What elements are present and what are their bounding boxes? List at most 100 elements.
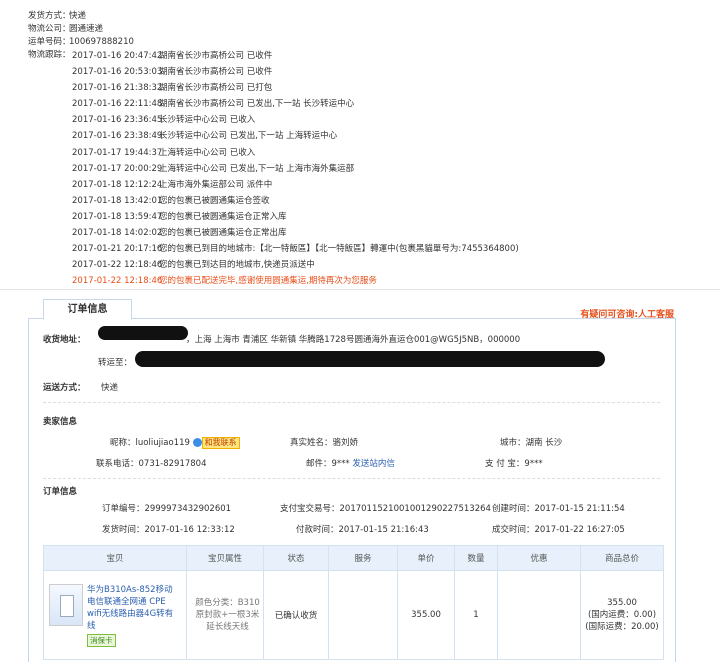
guarantee-badge: 消保卡: [87, 633, 116, 647]
tracking-time: 2017-01-17 20:00:29: [72, 163, 163, 174]
seller-email: 邮件：9*** 发送站内信: [306, 459, 395, 469]
divider: [0, 289, 720, 290]
tracking-event: 2017-01-17 20:00:29上海转运中心公司 已发出,下一站 上海市海…: [72, 161, 519, 177]
delivery-value: 快递: [101, 383, 119, 393]
items-table-header: 宝贝 宝贝属性 状态 服务 单价 数量 优惠 商品总价: [43, 545, 664, 571]
tracking-event: 2017-01-16 20:47:42湖南省长沙市高桥公司 已收件: [72, 48, 519, 64]
tracking-text: 湖南省长沙市高桥公司 已打包: [159, 83, 273, 94]
tracking-text: 长沙转运中心公司 已收入: [159, 115, 256, 126]
redacted-name: [98, 326, 188, 340]
paid-time: 付款时间：2017-01-15 21:16:43: [296, 525, 429, 535]
contact-seller-button[interactable]: 和我联系: [201, 437, 240, 449]
col-discount: 优惠: [497, 545, 581, 571]
ship-time: 发货时间：2017-01-16 12:33:12: [102, 525, 235, 535]
seller-nick: 昵称：luoliujiao119 和我联系: [110, 436, 240, 449]
col-qty: 数量: [454, 545, 498, 571]
tracking-text: 湖南省长沙市高桥公司 已发出,下一站 长沙转运中心: [159, 99, 355, 110]
tracking-time: 2017-01-18 12:12:24: [72, 179, 163, 190]
item-status: 已确认收货: [263, 570, 329, 660]
tracking-event: 2017-01-16 22:11:48湖南省长沙市高桥公司 已发出,下一站 长沙…: [72, 96, 519, 112]
tracking-event: 2017-01-18 14:02:02您的包裹已被圆通集运仓正常出库: [72, 225, 519, 241]
tracking-list: 2017-01-16 20:47:42湖南省长沙市高桥公司 已收件 2017-01…: [72, 48, 519, 289]
divider: [43, 402, 660, 403]
seller-phone: 联系电话：0731-82917804: [96, 459, 207, 469]
tracking-time: 2017-01-18 14:02:02: [72, 228, 163, 239]
domestic-shipping: (国内运费：0.00): [587, 610, 657, 620]
created-time: 创建时间：2017-01-15 21:11:54: [492, 504, 625, 514]
tracking-event: 2017-01-22 12:18:46您的包裹已配送完毕,感谢使用圆通集运,期待…: [72, 273, 519, 289]
tracking-event: 2017-01-16 20:53:03湖南省长沙市高桥公司 已收件: [72, 64, 519, 80]
tracking-time: 2017-01-16 21:38:32: [72, 83, 163, 94]
tracking-time: 2017-01-18 13:42:01: [72, 195, 163, 206]
order-number: 订单编号：2999973432902601: [102, 504, 232, 514]
tracking-time: 2017-01-16 20:47:42: [72, 51, 163, 61]
total-value: 355.00: [607, 598, 637, 608]
tracking-event: 2017-01-18 12:12:24上海市海外集运部公司 派件中: [72, 177, 519, 193]
product-title-link[interactable]: 华为B310As-852移动电信联通全网通 CPE wifi无线路由器4G转有线: [87, 584, 181, 632]
product: 华为B310As-852移动电信联通全网通 CPE wifi无线路由器4G转有线…: [45, 580, 185, 651]
redacted-transfer-address: [135, 351, 605, 367]
tracking-time: 2017-01-18 13:59:47: [72, 211, 163, 222]
send-message-link[interactable]: 发送站内信: [352, 459, 395, 469]
col-total: 商品总价: [580, 545, 664, 571]
address-value: ，上海 上海市 青浦区 华新镇 华腾路1728号圆通海外直运仓001@WG5J5…: [186, 335, 521, 345]
col-status: 状态: [263, 545, 329, 571]
tracking-time: 2017-01-16 23:36:45: [72, 115, 163, 126]
transfer-label: 转运至：: [98, 358, 133, 368]
seller-alipay: 支 付 宝：9***: [485, 459, 543, 469]
tracking-text: 您的包裹已到目的地城市:【北一特飯區】【北一特飯區】轉運中(包裹黑貓單号为:74…: [159, 244, 519, 255]
tracking-time: 2017-01-16 20:53:03: [72, 67, 163, 78]
tracking-event: 2017-01-16 23:36:45长沙转运中心公司 已收入: [72, 112, 519, 128]
tracking-text: 您的包裹已配送完毕,感谢使用圆通集运,期待再次为您服务: [159, 276, 377, 287]
tracking-event: 2017-01-16 21:38:32湖南省长沙市高桥公司 已打包: [72, 80, 519, 96]
delivery-label: 运送方式：: [43, 383, 86, 393]
tracking-text: 上海转运中心公司 已收入: [159, 147, 256, 158]
item-attr: 颜色分类：B310原封款+一根3米延长线天线: [186, 570, 264, 660]
seller-section-title: 卖家信息: [43, 417, 78, 427]
intl-shipping: (国际运费：20.00): [585, 622, 659, 632]
tracking-time: 2017-01-22 12:18:46: [72, 260, 163, 271]
logistics-company: 物流公司：圆通速递: [28, 24, 104, 34]
tracking-text: 湖南省长沙市高桥公司 已收件: [159, 67, 273, 78]
tracking-text: 湖南省长沙市高桥公司 已收件: [159, 51, 273, 61]
tracking-time: 2017-01-22 12:18:46: [72, 276, 163, 287]
tracking-text: 您的包裹已到达目的地城市,快递员派送中: [159, 260, 315, 271]
shipping-method: 发货方式：快递: [28, 11, 87, 21]
item-total: 355.00 (国内运费：0.00) (国际运费：20.00): [580, 570, 664, 660]
seller-realname: 真实姓名：骆刘娇: [290, 438, 359, 448]
item-discount: [497, 570, 581, 660]
table-row: 华为B310As-852移动电信联通全网通 CPE wifi无线路由器4G转有线…: [43, 570, 664, 660]
tracking-text: 您的包裹已被圆通集运仓正常入库: [159, 211, 287, 222]
tab-order-info[interactable]: 订单信息: [43, 299, 132, 320]
items-table: 宝贝 宝贝属性 状态 服务 单价 数量 优惠 商品总价 华为B310As-852…: [43, 545, 664, 660]
item-qty: 1: [454, 570, 498, 660]
item-service: [328, 570, 398, 660]
product-thumbnail[interactable]: [49, 583, 83, 626]
item-price: 355.00: [397, 570, 455, 660]
order-section-title: 订单信息: [43, 487, 78, 497]
alipay-trade-number: 支付宝交易号：2017011521001001290227513264: [280, 504, 491, 514]
col-service: 服务: [328, 545, 398, 571]
done-time: 成交时间：2017-01-22 16:27:05: [492, 525, 625, 535]
tracking-text: 上海市海外集运部公司 派件中: [159, 179, 273, 190]
tracking-event: 2017-01-21 20:17:16您的包裹已到目的地城市:【北一特飯區】【北…: [72, 241, 519, 257]
tracking-text: 长沙转运中心公司 已发出,下一站 上海转运中心: [159, 131, 338, 142]
seller-city: 城市：湖南 长沙: [500, 438, 563, 448]
item-cell: 华为B310As-852移动电信联通全网通 CPE wifi无线路由器4G转有线…: [43, 570, 187, 660]
divider: [43, 478, 660, 479]
tracking-event: 2017-01-18 13:59:47您的包裹已被圆通集运仓正常入库: [72, 209, 519, 225]
col-attr: 宝贝属性: [186, 545, 264, 571]
address-label: 收货地址：: [43, 335, 86, 345]
tracking-time: 2017-01-21 20:17:16: [72, 244, 163, 255]
tracking-text: 上海转运中心公司 已发出,下一站 上海市海外集运部: [159, 163, 355, 174]
tracking-event: 2017-01-18 13:42:01您的包裹已被圆通集运仓签收: [72, 193, 519, 209]
col-item: 宝贝: [43, 545, 187, 571]
tracking-time: 2017-01-16 23:38:49: [72, 131, 163, 142]
tracking-text: 您的包裹已被圆通集运仓签收: [159, 195, 270, 206]
tracking-event: 2017-01-16 23:38:49长沙转运中心公司 已发出,下一站 上海转运…: [72, 128, 519, 144]
tracking-time: 2017-01-16 22:11:48: [72, 99, 163, 110]
wangwang-icon[interactable]: [192, 438, 202, 447]
tracking-time: 2017-01-17 19:44:37: [72, 147, 163, 158]
col-price: 单价: [397, 545, 455, 571]
tracking-text: 您的包裹已被圆通集运仓正常出库: [159, 228, 287, 239]
